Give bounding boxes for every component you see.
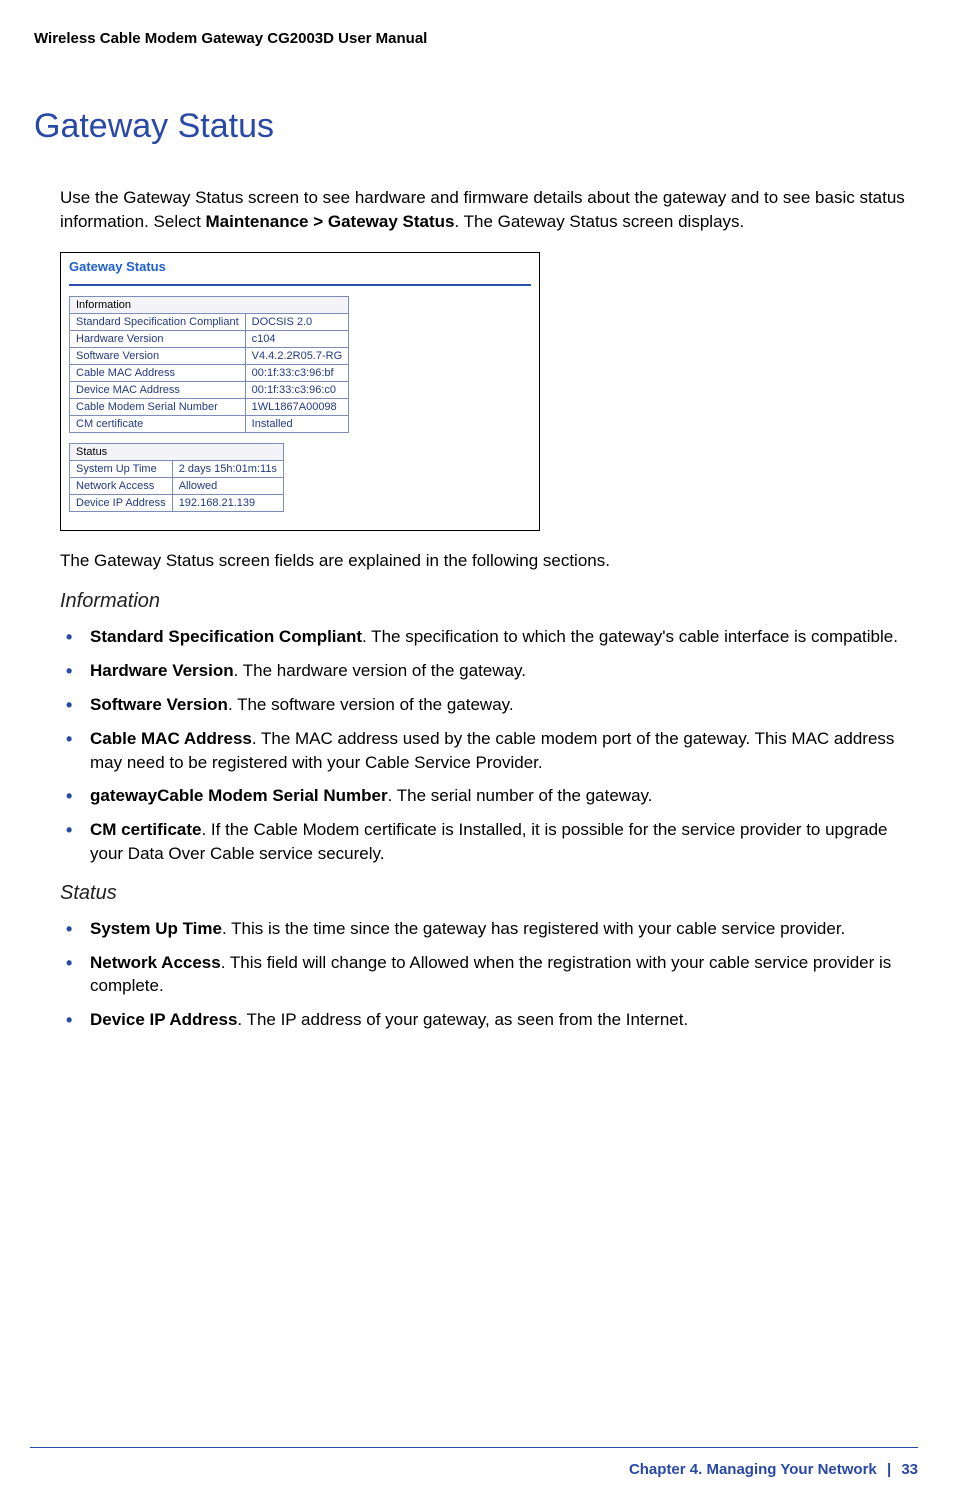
desc: . The software version of the gateway. bbox=[228, 695, 514, 714]
information-heading: Information bbox=[30, 590, 918, 613]
info-label: Cable MAC Address bbox=[70, 364, 246, 381]
term: Standard Specification Compliant bbox=[90, 627, 362, 646]
footer-chapter: Chapter 4. Managing Your Network bbox=[629, 1461, 877, 1478]
table-row: Standard Specification CompliantDOCSIS 2… bbox=[70, 313, 349, 330]
info-label: Device MAC Address bbox=[70, 381, 246, 398]
info-label: Cable Modem Serial Number bbox=[70, 398, 246, 415]
term: Device IP Address bbox=[90, 1010, 237, 1029]
term: Cable MAC Address bbox=[90, 729, 252, 748]
status-heading: Status bbox=[30, 882, 918, 905]
list-item: Software Version. The software version o… bbox=[60, 693, 918, 717]
table-row: System Up Time2 days 15h:01m:11s bbox=[70, 460, 284, 477]
after-screenshot-text: The Gateway Status screen fields are exp… bbox=[30, 549, 918, 573]
document-header: Wireless Cable Modem Gateway CG2003D Use… bbox=[30, 30, 918, 47]
information-list: Standard Specification Compliant. The sp… bbox=[30, 625, 918, 865]
table-row: Network AccessAllowed bbox=[70, 477, 284, 494]
desc: . This is the time since the gateway has… bbox=[222, 919, 845, 938]
list-item: CM certificate. If the Cable Modem certi… bbox=[60, 818, 918, 866]
term: Network Access bbox=[90, 953, 221, 972]
info-label: CM certificate bbox=[70, 415, 246, 432]
list-item: Cable MAC Address. The MAC address used … bbox=[60, 727, 918, 775]
screenshot-divider bbox=[69, 284, 531, 286]
desc: . The serial number of the gateway. bbox=[388, 786, 653, 805]
status-label: System Up Time bbox=[70, 460, 173, 477]
table-row: Cable Modem Serial Number1WL1867A00098 bbox=[70, 398, 349, 415]
list-item: Standard Specification Compliant. The sp… bbox=[60, 625, 918, 649]
info-label: Software Version bbox=[70, 347, 246, 364]
document-title: Wireless Cable Modem Gateway CG2003D Use… bbox=[34, 30, 427, 47]
term: gatewayCable Modem Serial Number bbox=[90, 786, 388, 805]
page-title: Gateway Status bbox=[30, 107, 918, 146]
term: Software Version bbox=[90, 695, 228, 714]
desc: . The specification to which the gateway… bbox=[362, 627, 898, 646]
gateway-status-screenshot: Gateway Status Information Standard Spec… bbox=[60, 252, 540, 531]
status-table: Status System Up Time2 days 15h:01m:11s … bbox=[69, 443, 284, 512]
table-row: Software VersionV4.4.2.2R05.7-RG bbox=[70, 347, 349, 364]
table-row: Hardware Versionc104 bbox=[70, 330, 349, 347]
status-label: Network Access bbox=[70, 477, 173, 494]
intro-nav-path: Maintenance > Gateway Status bbox=[206, 212, 455, 231]
info-label: Standard Specification Compliant bbox=[70, 313, 246, 330]
status-value: Allowed bbox=[172, 477, 283, 494]
table-row: Device IP Address192.168.21.139 bbox=[70, 494, 284, 511]
list-item: Hardware Version. The hardware version o… bbox=[60, 659, 918, 683]
info-value: DOCSIS 2.0 bbox=[245, 313, 349, 330]
list-item: Network Access. This field will change t… bbox=[60, 951, 918, 999]
footer: Chapter 4. Managing Your Network | 33 bbox=[629, 1461, 918, 1478]
footer-separator: | bbox=[881, 1461, 897, 1478]
term: System Up Time bbox=[90, 919, 222, 938]
status-table-header: Status bbox=[70, 443, 284, 460]
list-item: System Up Time. This is the time since t… bbox=[60, 917, 918, 941]
information-table-header: Information bbox=[70, 296, 349, 313]
footer-divider bbox=[30, 1447, 918, 1448]
table-row: CM certificateInstalled bbox=[70, 415, 349, 432]
term: Hardware Version bbox=[90, 661, 234, 680]
status-value: 192.168.21.139 bbox=[172, 494, 283, 511]
info-value: 00:1f:33:c3:96:bf bbox=[245, 364, 349, 381]
status-list: System Up Time. This is the time since t… bbox=[30, 917, 918, 1032]
list-item: Device IP Address. The IP address of you… bbox=[60, 1008, 918, 1032]
info-value: 1WL1867A00098 bbox=[245, 398, 349, 415]
term: CM certificate bbox=[90, 820, 201, 839]
table-row: Device MAC Address00:1f:33:c3:96:c0 bbox=[70, 381, 349, 398]
intro-paragraph: Use the Gateway Status screen to see har… bbox=[30, 186, 918, 234]
screenshot-title: Gateway Status bbox=[69, 259, 531, 274]
footer-page-number: 33 bbox=[901, 1461, 918, 1478]
desc: . The hardware version of the gateway. bbox=[234, 661, 526, 680]
status-label: Device IP Address bbox=[70, 494, 173, 511]
info-value: V4.4.2.2R05.7-RG bbox=[245, 347, 349, 364]
intro-text-after: . The Gateway Status screen displays. bbox=[454, 212, 744, 231]
info-value: 00:1f:33:c3:96:c0 bbox=[245, 381, 349, 398]
desc: . If the Cable Modem certificate is Inst… bbox=[90, 820, 887, 863]
list-item: gatewayCable Modem Serial Number. The se… bbox=[60, 784, 918, 808]
info-value: Installed bbox=[245, 415, 349, 432]
status-value: 2 days 15h:01m:11s bbox=[172, 460, 283, 477]
info-label: Hardware Version bbox=[70, 330, 246, 347]
table-row: Cable MAC Address00:1f:33:c3:96:bf bbox=[70, 364, 349, 381]
info-value: c104 bbox=[245, 330, 349, 347]
desc: . The IP address of your gateway, as see… bbox=[237, 1010, 688, 1029]
information-table: Information Standard Specification Compl… bbox=[69, 296, 349, 433]
